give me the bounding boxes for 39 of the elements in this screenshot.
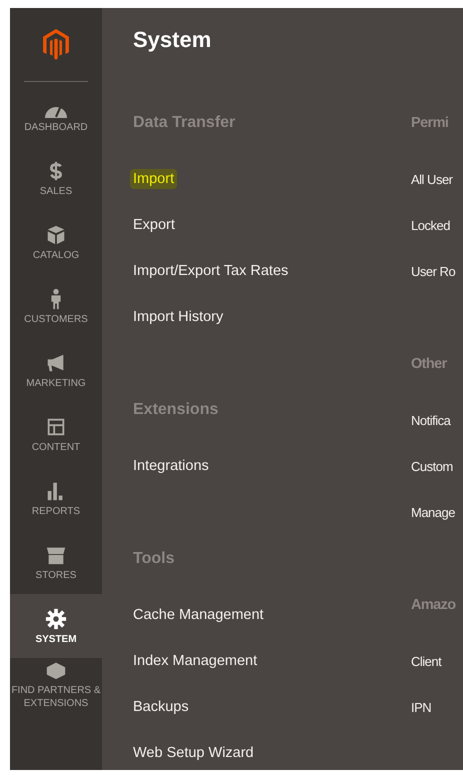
gear-icon [45,608,67,630]
menu-link[interactable]: Locked [411,218,450,232]
layout-icon [45,416,67,438]
menu-link[interactable]: Integrations [133,458,209,474]
section-heading: Amazo [411,596,456,615]
logo-icon [43,29,69,60]
section-heading: Data Transfer [133,113,236,133]
sidebar-item[interactable]: SYSTEM [10,594,102,658]
section-heading: Other [411,355,448,374]
sidebar-item[interactable]: MARKETING [10,338,102,402]
sidebar-item[interactable]: REPORTS [10,466,102,530]
sidebar-item[interactable]: CUSTOMERS [10,274,102,338]
menu-link[interactable]: Web Setup Wizard [133,745,254,761]
sidebar-item[interactable]: CATALOG [10,210,102,274]
box-icon [45,224,67,246]
menu-link[interactable]: Client [411,654,442,668]
menu-link[interactable]: Import/Export Tax Rates [133,263,288,279]
menu-link[interactable]: IPN [411,700,432,714]
section-heading: Tools [133,549,176,569]
section-heading: Permi [411,114,450,133]
section-heading: Extensions [133,400,220,420]
menu-link[interactable]: Import [130,169,178,189]
menu-link[interactable]: Import History [133,309,224,325]
sidebar-item[interactable]: CONTENT [10,402,102,466]
menu-link[interactable]: Manage [411,504,455,520]
sidebar-item[interactable]: STORES [10,530,102,594]
menu-link[interactable]: Index Management [133,653,258,669]
gauge-icon [45,107,67,118]
menu-link[interactable]: Cache Management [133,607,264,623]
sidebar-item[interactable]: DASHBOARD [10,82,102,146]
sidebar-item[interactable]: FIND PARTNERS & EXTENSIONS [10,658,102,722]
sidebar-item[interactable]: SALES [10,146,102,210]
menu-link[interactable]: Backups [133,699,189,715]
menu-link[interactable]: All User [411,172,453,186]
menu-link[interactable]: Custom [411,458,453,474]
page-title: System [133,26,212,54]
menu-link[interactable]: Notifica [411,412,450,428]
menu-link[interactable]: User Ro [411,264,456,278]
menu-link[interactable]: Export [133,217,175,233]
